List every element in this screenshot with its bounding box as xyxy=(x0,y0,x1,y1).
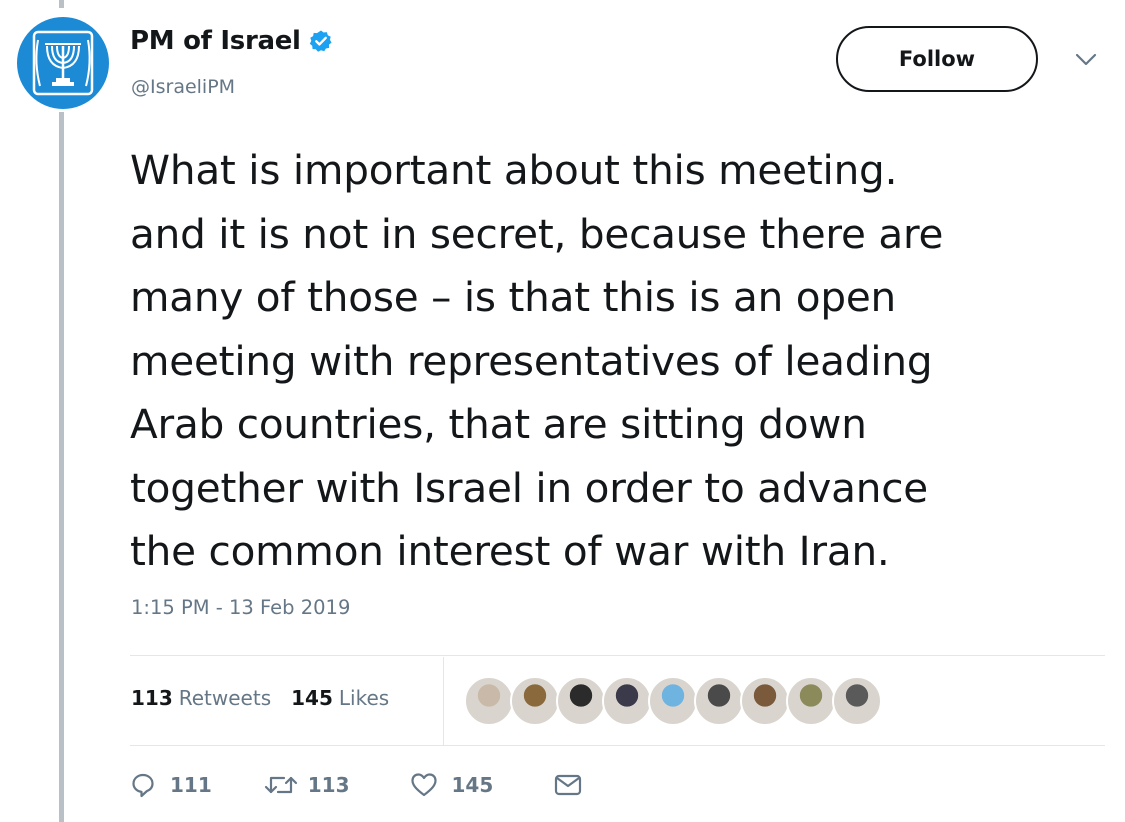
liker-avatar-9[interactable] xyxy=(832,676,882,726)
author-name-row[interactable]: PM of Israel xyxy=(130,26,333,56)
envelope-icon xyxy=(555,774,582,796)
liker-avatars xyxy=(464,676,882,726)
liker-avatar-4[interactable] xyxy=(602,676,652,726)
liker-avatar-5[interactable] xyxy=(648,676,698,726)
liker-avatar-7[interactable] xyxy=(740,676,790,726)
liker-avatar-2[interactable] xyxy=(510,676,560,726)
reply-count: 111 xyxy=(170,773,212,797)
liker-avatar-6[interactable] xyxy=(694,676,744,726)
divider-bottom xyxy=(130,745,1105,746)
follow-button[interactable]: Follow xyxy=(836,26,1038,92)
tweet-text: What is important about this meeting. an… xyxy=(130,139,1100,584)
heart-icon xyxy=(410,773,437,797)
thread-line-top xyxy=(59,0,64,8)
thread-line xyxy=(59,112,64,822)
verified-badge-icon xyxy=(309,30,332,52)
liker-avatar-8[interactable] xyxy=(786,676,836,726)
reply-icon xyxy=(132,773,154,798)
retweet-icon xyxy=(264,776,297,794)
retweet-action-count: 113 xyxy=(307,773,350,797)
divider-top xyxy=(130,655,1105,656)
reply-button[interactable]: 111 xyxy=(130,772,212,798)
author-name[interactable]: PM of Israel xyxy=(130,26,301,56)
tweet-line: together with Israel in order to advance xyxy=(130,463,928,512)
tweet-line: What is important about this meeting. xyxy=(130,146,898,194)
tweet-line: and it is not in secret, because there a… xyxy=(130,209,944,258)
tweet-timestamp[interactable]: 1:15 PM - 13 Feb 2019 xyxy=(131,596,350,619)
tweet-line: the common interest of war with Iran. xyxy=(130,527,890,575)
tweet-actions: 111 113 145 xyxy=(130,772,583,798)
retweet-count[interactable]: 113 xyxy=(131,686,173,710)
chevron-down-icon[interactable] xyxy=(1074,52,1098,68)
menorah-emblem-icon xyxy=(32,30,94,96)
profile-avatar[interactable] xyxy=(17,17,109,109)
tweet-line: many of those – is that this is an open xyxy=(130,273,897,321)
like-action-count: 145 xyxy=(451,773,494,797)
direct-message-button[interactable] xyxy=(553,772,583,798)
like-button[interactable]: 145 xyxy=(410,772,494,798)
retweets-label[interactable]: Retweets xyxy=(179,686,271,710)
tweet-line: meeting with representatives of leading xyxy=(130,336,933,385)
stats-divider xyxy=(443,657,444,745)
author-handle[interactable]: @IsraeliPM xyxy=(131,76,235,98)
liker-avatar-1[interactable] xyxy=(464,676,514,726)
like-count[interactable]: 145 xyxy=(291,686,333,710)
tweet-line: Arab countries, that are sitting down xyxy=(130,400,867,448)
liker-avatar-3[interactable] xyxy=(556,676,606,726)
retweet-button[interactable]: 113 xyxy=(264,772,350,798)
likes-label[interactable]: Likes xyxy=(339,686,389,710)
engagement-stats: 113 Retweets 145 Likes xyxy=(131,686,409,710)
